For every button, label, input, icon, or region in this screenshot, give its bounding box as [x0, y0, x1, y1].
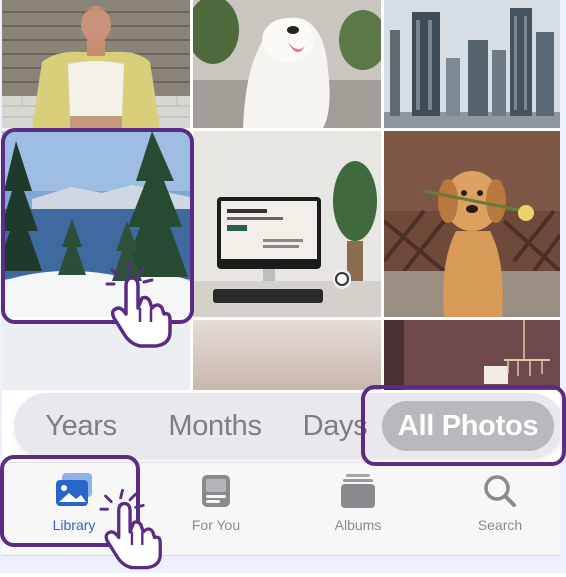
photo-thumbnail-white-dog[interactable]: [193, 0, 381, 128]
view-option-months[interactable]: Months: [150, 401, 280, 451]
photo-thumbnail-city-skyline[interactable]: [384, 0, 560, 128]
tab-albums-label: Albums: [334, 517, 382, 533]
tab-for-you[interactable]: For You: [156, 471, 276, 541]
tap-gesture-icon-library: [98, 486, 164, 572]
tab-search[interactable]: Search: [440, 471, 560, 541]
photo-thumbnail-person[interactable]: [2, 0, 190, 128]
tab-albums[interactable]: Albums: [298, 471, 418, 541]
tab-search-label: Search: [477, 517, 523, 533]
view-option-years[interactable]: Years: [26, 401, 136, 451]
tap-gesture-icon: [104, 262, 174, 348]
photo-thumbnail-clouds[interactable]: [193, 320, 381, 390]
albums-icon: [336, 471, 380, 511]
photo-thumbnail-dog-with-flower[interactable]: [384, 131, 560, 317]
search-icon: [478, 471, 522, 511]
tab-for-you-label: For You: [191, 517, 241, 533]
photo-thumbnail-room-chandelier[interactable]: [384, 320, 560, 390]
for-you-icon: [194, 471, 238, 511]
highlight-all-photos: [361, 385, 566, 466]
photo-thumbnail-desk-computer[interactable]: [193, 131, 381, 317]
